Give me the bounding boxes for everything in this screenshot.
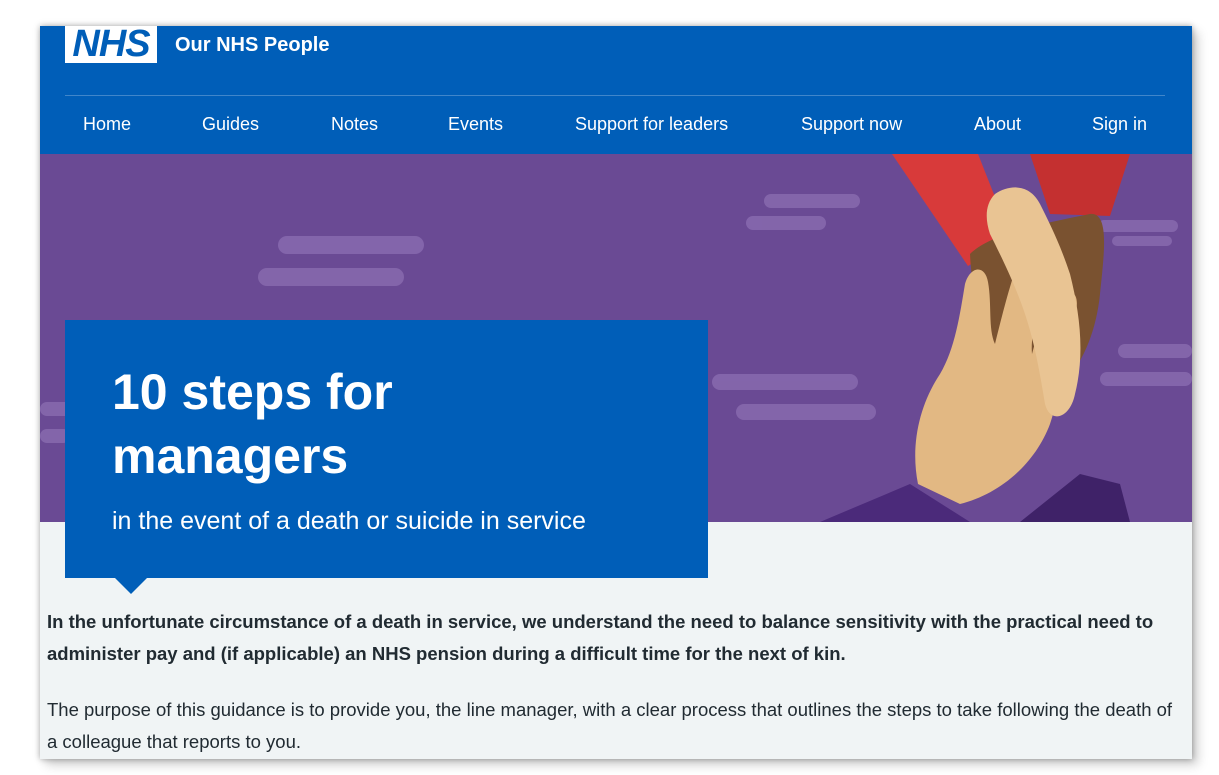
nhs-logo-text: NHS (72, 26, 150, 65)
primary-nav: Home Guides Notes Events Support for lea… (40, 114, 1192, 138)
nav-item-support-now[interactable]: Support now (801, 114, 902, 135)
title-box-pointer (115, 578, 147, 594)
nav-item-notes[interactable]: Notes (331, 114, 378, 135)
nav-item-sign-in[interactable]: Sign in (1092, 114, 1147, 135)
page-subtitle: in the event of a death or suicide in se… (112, 507, 586, 535)
page-frame: NHS Our NHS People Home Guides Notes Eve… (0, 0, 1219, 775)
hero-title-box: 10 steps for managers in the event of a … (65, 320, 708, 594)
intro-lead-paragraph: In the unfortunate circumstance of a dea… (47, 611, 1154, 664)
site-header: NHS Our NHS People Home Guides Notes Eve… (40, 26, 1192, 154)
header-divider (65, 95, 1165, 96)
nav-item-support-for-leaders[interactable]: Support for leaders (575, 114, 728, 135)
nav-item-home[interactable]: Home (83, 114, 131, 135)
service-name[interactable]: Our NHS People (175, 34, 329, 57)
nav-item-events[interactable]: Events (448, 114, 503, 135)
nav-item-guides[interactable]: Guides (202, 114, 259, 135)
page-title: 10 steps for managers (112, 364, 393, 484)
page-card: NHS Our NHS People Home Guides Notes Eve… (40, 26, 1192, 759)
nhs-logo[interactable]: NHS (65, 26, 157, 63)
nav-item-about[interactable]: About (974, 114, 1021, 135)
intro-paragraph: The purpose of this guidance is to provi… (47, 699, 1173, 752)
